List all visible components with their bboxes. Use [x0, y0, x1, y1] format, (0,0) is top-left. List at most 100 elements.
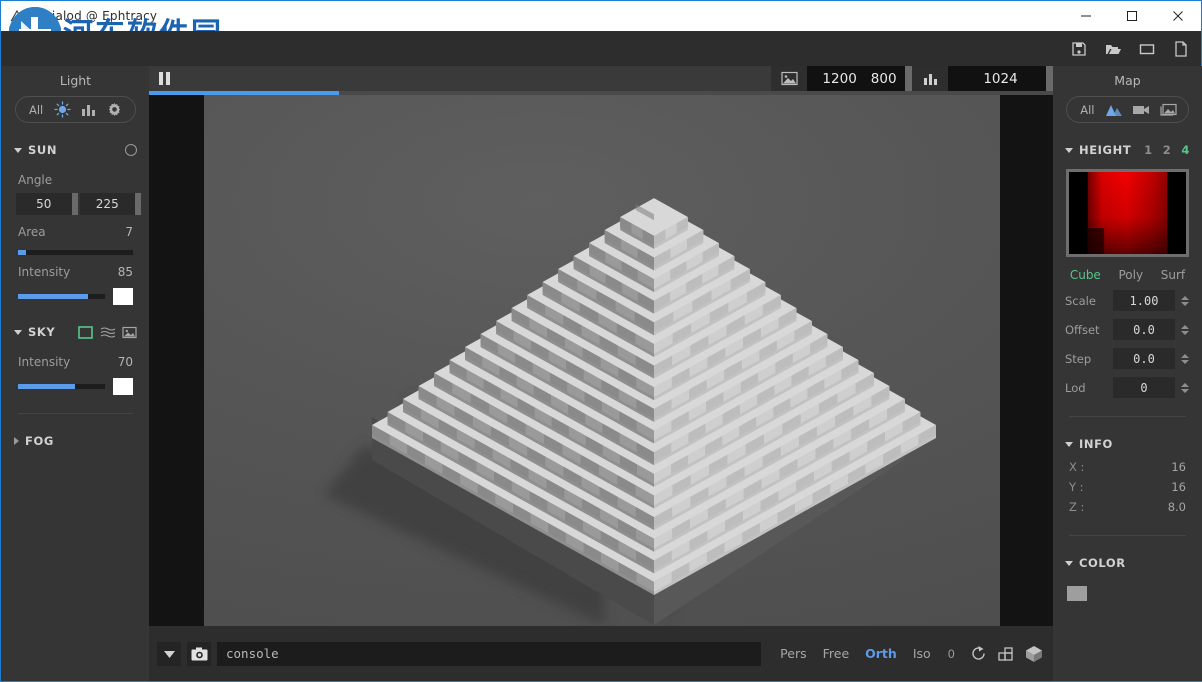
samples-value: 1024	[983, 70, 1018, 87]
window-title: Aerialod @ Ephtracy	[31, 9, 158, 23]
view-toolbar: 1200 800 1024	[149, 66, 1053, 91]
light-tab-group: All	[15, 96, 136, 123]
tab-all[interactable]: All	[1075, 100, 1099, 120]
section-height-label: HEIGHT	[1079, 143, 1132, 157]
camera-value[interactable]: 0	[942, 647, 961, 661]
rotate-icon[interactable]	[967, 643, 989, 665]
save-icon[interactable]	[1069, 39, 1089, 59]
sky-intensity-label: Intensity	[18, 355, 71, 369]
grid-icon[interactable]	[995, 643, 1017, 665]
sun-intensity-value: 85	[117, 265, 133, 279]
geometry-mode-surf[interactable]: Surf	[1161, 268, 1185, 282]
section-info[interactable]: INFO	[1053, 431, 1202, 457]
sky-color-swatch[interactable]	[113, 378, 133, 395]
bars-icon[interactable]	[77, 100, 101, 120]
scale-stepper[interactable]	[1181, 295, 1190, 306]
sun-intensity-label-row: Intensity 85	[2, 261, 149, 283]
samples-field[interactable]: 1024	[948, 66, 1053, 91]
minimize-button[interactable]	[1063, 1, 1109, 31]
angle-b-input[interactable]: 225	[79, 193, 141, 215]
sun-toggle-circle[interactable]	[125, 144, 137, 156]
pause-button[interactable]	[149, 66, 179, 91]
app-window: Aerialod @ Ephtracy 河东软件园 www.pc0359.cn	[0, 0, 1202, 682]
mountain-icon[interactable]	[1102, 100, 1126, 120]
right-panel-title: Map	[1114, 72, 1141, 88]
angle-a-input[interactable]: 50	[16, 193, 77, 215]
console-input[interactable]: console	[217, 641, 762, 666]
heightmap-preview-frame[interactable]	[1066, 169, 1189, 257]
right-panel: Map All HEIGHT 1 2 4 Cube Poly Surf Scal…	[1053, 66, 1202, 681]
area-label: Area	[18, 225, 46, 239]
section-sky-label: SKY	[28, 325, 56, 339]
sun-intensity-label: Intensity	[18, 265, 71, 279]
step-input[interactable]: 0.0	[1113, 348, 1175, 369]
solid-color-icon[interactable]	[78, 325, 93, 339]
lod-input[interactable]: 0	[1113, 377, 1175, 398]
height-option-1[interactable]: 1	[1144, 143, 1153, 157]
section-fog-label: FOG	[25, 434, 54, 448]
chevron-down-icon	[14, 329, 22, 335]
height-option-2[interactable]: 2	[1163, 143, 1172, 157]
geometry-mode-poly[interactable]: Poly	[1118, 268, 1143, 282]
camera-mode-orth[interactable]: Orth	[860, 646, 902, 661]
tab-all[interactable]: All	[24, 100, 48, 120]
camera-mode-free[interactable]: Free	[818, 646, 855, 661]
sky-intensity-slider[interactable]	[18, 384, 105, 389]
info-z-value: 8.0	[1167, 500, 1186, 514]
left-divider	[18, 413, 133, 414]
resolution-field[interactable]: 1200 800	[807, 66, 912, 91]
offset-stepper[interactable]	[1181, 324, 1190, 335]
section-sun[interactable]: SUN	[2, 137, 149, 163]
video-camera-icon[interactable]	[1129, 100, 1153, 120]
camera-mode-iso[interactable]: Iso	[908, 646, 936, 661]
info-y-label: Y :	[1069, 480, 1084, 494]
section-sky[interactable]: SKY	[2, 319, 149, 345]
sky-mode-icons	[78, 325, 137, 339]
folder-icon[interactable]	[1137, 39, 1157, 59]
area-label-row: Area 7	[2, 221, 149, 243]
gear-icon[interactable]	[103, 100, 127, 120]
info-row-z: Z : 8.0	[1053, 497, 1202, 517]
image-stack-icon[interactable]	[1156, 100, 1180, 120]
offset-input[interactable]: 0.0	[1113, 319, 1175, 340]
cube-icon[interactable]	[1023, 643, 1045, 665]
section-height[interactable]: HEIGHT 1 2 4	[1053, 137, 1202, 163]
lod-stepper[interactable]	[1181, 382, 1190, 393]
gradient-icon[interactable]	[100, 326, 116, 339]
image-icon[interactable]	[122, 326, 137, 339]
step-label: Step	[1065, 351, 1092, 366]
info-row-x: X : 16	[1053, 457, 1202, 477]
camera-icon[interactable]	[187, 641, 211, 666]
camera-mode-pers[interactable]: Pers	[775, 646, 811, 661]
maximize-button[interactable]	[1109, 1, 1155, 31]
height-option-4[interactable]: 4	[1181, 143, 1190, 157]
sun-color-swatch[interactable]	[113, 288, 133, 305]
voxel-terrain-render	[324, 198, 936, 625]
sky-intensity-label-row: Intensity 70	[2, 351, 149, 373]
chevron-down-icon	[1065, 441, 1073, 447]
sun-icon[interactable]	[50, 100, 74, 120]
bars-icon[interactable]	[912, 66, 948, 91]
section-fog[interactable]: FOG	[2, 428, 149, 454]
image-icon[interactable]	[771, 66, 807, 91]
scale-input[interactable]: 1.00	[1113, 290, 1175, 311]
left-panel: Light All SUN Angle 50 225 Area 7 Intens…	[2, 66, 149, 681]
area-slider[interactable]	[18, 250, 133, 255]
color-swatch[interactable]	[1067, 586, 1087, 601]
app-icon	[9, 8, 25, 24]
sun-intensity-slider[interactable]	[18, 294, 105, 299]
close-button[interactable]	[1155, 1, 1201, 31]
open-folder-icon[interactable]	[1103, 39, 1123, 59]
render-viewport[interactable]	[149, 95, 1053, 626]
sky-intensity-value: 70	[117, 355, 133, 369]
chevron-down-icon[interactable]	[157, 641, 181, 666]
info-x-value: 16	[1171, 460, 1186, 474]
section-color[interactable]: COLOR	[1053, 550, 1202, 576]
sun-intensity-row	[2, 288, 149, 305]
render-image[interactable]	[204, 95, 1000, 626]
step-stepper[interactable]	[1181, 353, 1190, 364]
chevron-down-icon	[14, 147, 22, 153]
new-file-icon[interactable]	[1171, 39, 1191, 59]
chevron-down-icon	[1065, 147, 1073, 153]
geometry-mode-cube[interactable]: Cube	[1070, 268, 1101, 282]
